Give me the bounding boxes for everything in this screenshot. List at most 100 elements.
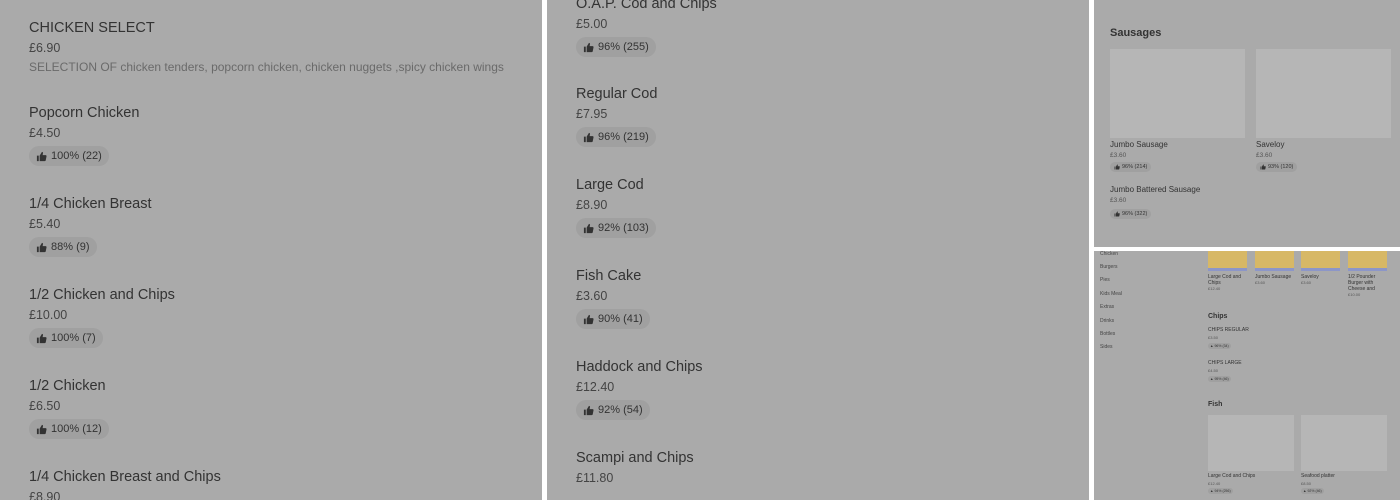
item-price: £4.50 <box>29 126 61 140</box>
featured-price: £10.00 <box>1348 292 1361 297</box>
featured-name: 1/2 Pounder Burger with Cheese and <box>1348 274 1376 292</box>
rating-text: 96% (255) <box>598 41 649 53</box>
item-name: 1/4 Chicken Breast <box>29 196 152 212</box>
card-image[interactable] <box>1110 49 1245 138</box>
rating-text: 94% (256) <box>1214 489 1231 493</box>
item-name: 1/2 Chicken and Chips <box>29 287 175 303</box>
item-price: £4.50 <box>1208 368 1219 373</box>
thumbs-up-icon <box>583 314 594 325</box>
menu-item[interactable]: 1/2 Chicken and Chips £10.00 100% (7) <box>29 286 529 349</box>
featured-image[interactable] <box>1301 251 1340 271</box>
rating-text: 100% (12) <box>51 423 102 435</box>
featured-price: £3.60 <box>1301 280 1312 285</box>
rating-text: 92% (54) <box>598 404 643 416</box>
nav-item-burgers[interactable]: Burgers <box>1100 264 1118 270</box>
menu-item[interactable]: CHICKEN SELECT £6.90 SELECTION OF chicke… <box>29 19 529 74</box>
card-image[interactable] <box>1301 415 1387 471</box>
item-price: £3.60 <box>576 289 608 303</box>
nav-item-drinks[interactable]: Drinks <box>1100 318 1114 324</box>
thumbs-up-icon <box>583 132 594 143</box>
rating-text: 96% (34) <box>1214 344 1229 348</box>
nav-item-pies[interactable]: Pies <box>1100 277 1110 283</box>
fish-menu-panel: O.A.P. Cod and Chips £5.00 96% (255) Reg… <box>547 0 1089 500</box>
menu-item[interactable]: 1/4 Chicken Breast and Chips £8.90 <box>29 468 529 500</box>
card-image[interactable] <box>1208 415 1294 471</box>
rating-badge: 93% (120) <box>1256 162 1298 172</box>
chicken-menu-panel: CHICKEN SELECT £6.90 SELECTION OF chicke… <box>0 0 542 500</box>
card-price: £8.50 <box>1301 481 1312 486</box>
item-price: £6.90 <box>29 41 61 55</box>
nav-item-chicken[interactable]: Chicken <box>1100 251 1118 257</box>
rating-text: 93% (120) <box>1268 164 1294 170</box>
menu-overview-panel: Chicken Burgers Pies Kids Meal Extras Dr… <box>1094 251 1400 500</box>
card-name: Saveloy <box>1256 140 1285 149</box>
menu-item[interactable]: 1/4 Chicken Breast £5.40 88% (9) <box>29 195 529 258</box>
rating-text: 100% (7) <box>51 332 96 344</box>
menu-item[interactable]: Regular Cod £7.95 96% (219) <box>576 85 1076 148</box>
section-title: Fish <box>1208 401 1223 408</box>
menu-item[interactable]: O.A.P. Cod and Chips £5.00 96% (255) <box>576 0 1076 58</box>
rating-badge: 92% (103) <box>576 218 656 238</box>
item-price: £5.40 <box>29 217 61 231</box>
rating-badge: 100% (7) <box>29 328 103 348</box>
item-name: Haddock and Chips <box>576 359 703 375</box>
item-price: £6.50 <box>29 399 61 413</box>
featured-image[interactable] <box>1348 251 1387 271</box>
thumbs-up-icon <box>583 405 594 416</box>
nav-item-sides[interactable]: Sides <box>1100 344 1113 350</box>
card-image[interactable] <box>1256 49 1391 138</box>
thumbs-up-icon: ▲ <box>1303 489 1307 493</box>
thumbs-up-icon: ▲ <box>1210 344 1214 348</box>
item-name[interactable]: CHIPS REGULAR <box>1208 327 1249 333</box>
thumbs-up-icon <box>36 333 47 344</box>
nav-item-extras[interactable]: Extras <box>1100 304 1114 310</box>
item-price: £12.40 <box>576 380 615 394</box>
section-title: Sausages <box>1110 27 1162 39</box>
rating-text: 88% (9) <box>51 241 90 253</box>
item-name[interactable]: Jumbo Battered Sausage <box>1110 185 1200 194</box>
rating-badge: 100% (22) <box>29 146 109 166</box>
item-name: 1/2 Chicken <box>29 378 106 394</box>
item-price: £10.00 <box>29 308 68 322</box>
section-title: Chips <box>1208 313 1228 320</box>
nav-item-bottles[interactable]: Bottles <box>1100 331 1115 337</box>
featured-image[interactable] <box>1255 251 1294 271</box>
item-name[interactable]: CHIPS LARGE <box>1208 360 1242 366</box>
thumbs-up-icon <box>36 151 47 162</box>
featured-image[interactable] <box>1208 251 1247 271</box>
rating-badge: ▲ 95% (46) <box>1208 376 1231 382</box>
thumbs-up-icon <box>1114 211 1120 217</box>
rating-badge: ▲ 96% (34) <box>1208 343 1231 349</box>
rating-badge: 100% (12) <box>29 419 109 439</box>
rating-badge: 90% (41) <box>576 309 650 329</box>
nav-item-kids-meal[interactable]: Kids Meal <box>1100 291 1122 297</box>
featured-price: £3.60 <box>1255 280 1266 285</box>
rating-text: 95% (46) <box>1214 377 1229 381</box>
featured-price: £12.40 <box>1208 286 1221 291</box>
item-price: £7.95 <box>576 107 608 121</box>
menu-item[interactable]: Popcorn Chicken £4.50 100% (22) <box>29 104 529 167</box>
menu-item[interactable]: Fish Cake £3.60 90% (41) <box>576 267 1076 330</box>
rating-badge: 88% (9) <box>29 237 97 257</box>
thumbs-up-icon <box>1114 164 1120 170</box>
menu-item[interactable]: 1/2 Chicken £6.50 100% (12) <box>29 377 529 440</box>
rating-badge: ▲ 92% (46) <box>1301 488 1324 494</box>
rating-text: 100% (22) <box>51 150 102 162</box>
rating-badge: 96% (322) <box>1110 209 1152 219</box>
thumbs-up-icon <box>583 223 594 234</box>
rating-text: 92% (103) <box>598 222 649 234</box>
rating-badge: 92% (54) <box>576 400 650 420</box>
thumbs-up-icon <box>1260 164 1266 170</box>
item-price: £5.00 <box>576 17 608 31</box>
item-price: £3.50 <box>1208 335 1219 340</box>
card-price: £12.40 <box>1208 481 1221 486</box>
card-price: £3.60 <box>1110 152 1127 159</box>
menu-item[interactable]: Scampi and Chips £11.80 <box>576 449 1076 486</box>
thumbs-up-icon <box>583 42 594 53</box>
sausages-panel: Sausages Jumbo Sausage £3.60 96% (214) S… <box>1094 0 1400 247</box>
item-name: Fish Cake <box>576 268 642 284</box>
item-name: CHICKEN SELECT <box>29 20 155 36</box>
card-name: Large Cod and Chips <box>1208 473 1256 479</box>
menu-item[interactable]: Large Cod £8.90 92% (103) <box>576 176 1076 239</box>
menu-item[interactable]: Haddock and Chips £12.40 92% (54) <box>576 358 1076 421</box>
